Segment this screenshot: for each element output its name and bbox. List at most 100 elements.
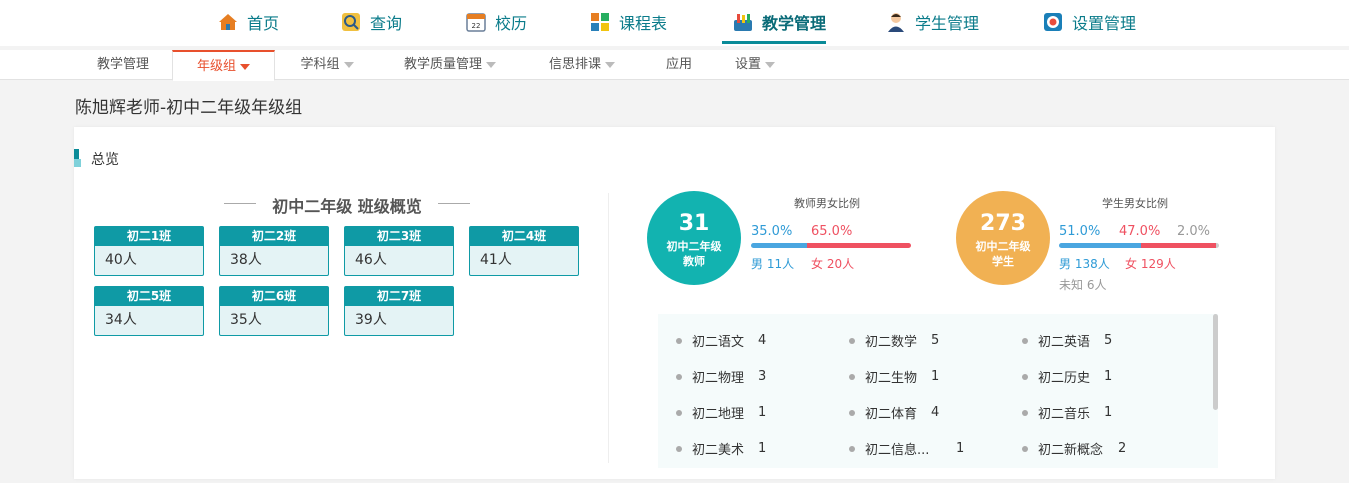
class-card[interactable]: 初二1班 40人	[94, 226, 204, 276]
nav-students-label: 学生管理	[915, 14, 980, 33]
chevron-down-icon	[343, 61, 354, 68]
list-item[interactable]: 初二信息... 1	[849, 439, 964, 458]
sub-nav: 教学管理 年级组 学科组 教学质量管理 信思排课 应用 设置	[0, 50, 1349, 81]
subnav-teaching-label: 教学管理	[96, 57, 149, 72]
student-unknown-pct: 2.0%	[1177, 224, 1211, 239]
list-item[interactable]: 初二美术 1	[676, 439, 766, 458]
list-item[interactable]: 初二语文 4	[676, 331, 766, 350]
student-total-circle: 273 初中二年级 学生	[956, 191, 1050, 285]
nav-search-label: 查询	[370, 14, 403, 33]
teacher-ratio-title: 教师男女比例	[794, 197, 860, 210]
nav-teaching[interactable]: 教学管理	[732, 0, 826, 44]
teacher-label-line1: 初中二年级	[666, 240, 722, 253]
divider	[608, 193, 609, 463]
subnav-settings[interactable]: 设置	[725, 50, 785, 80]
teacher-male-count: 男 11人	[751, 257, 795, 271]
student-unknown-segment	[1215, 243, 1219, 248]
student-label-line2: 学生	[992, 255, 1014, 268]
nav-active-indicator	[722, 41, 826, 44]
subnav-quality[interactable]: 教学质量管理	[391, 50, 509, 80]
subnav-grade-group[interactable]: 年级组	[172, 50, 275, 81]
calendar-icon: 22	[465, 11, 487, 33]
student-female-segment	[1140, 243, 1216, 248]
overview-heading: 总览	[74, 149, 119, 169]
nav-search[interactable]: 查询	[340, 0, 402, 44]
student-label-line1: 初中二年级	[975, 240, 1031, 253]
teaching-icon	[732, 11, 754, 33]
list-item[interactable]: 初二数学 5	[849, 331, 939, 350]
list-item[interactable]: 初二新概念 2	[1022, 439, 1126, 458]
subject-name: 初二数学	[865, 335, 918, 350]
class-count: 39人	[355, 312, 387, 328]
nav-timetable[interactable]: 课程表	[589, 0, 667, 44]
class-overview-title: 初中二年级 班级概览	[224, 193, 470, 217]
subject-count: 2	[1118, 441, 1127, 456]
subnav-apps-label: 应用	[665, 57, 692, 72]
bullet-icon	[676, 337, 682, 344]
settings-icon	[1042, 11, 1064, 33]
list-item[interactable]: 初二历史 1	[1022, 367, 1112, 386]
class-card[interactable]: 初二2班 38人	[219, 226, 329, 276]
list-item[interactable]: 初二物理 3	[676, 367, 766, 386]
class-count: 38人	[230, 252, 262, 268]
svg-text:22: 22	[472, 22, 481, 30]
nav-calendar[interactable]: 22 校历	[465, 0, 527, 44]
student-total: 273	[980, 211, 1026, 236]
subject-count: 5	[1104, 333, 1113, 348]
chevron-down-icon	[240, 63, 250, 70]
subnav-subject-group[interactable]: 学科组	[287, 50, 367, 80]
nav-timetable-label: 课程表	[619, 14, 668, 33]
chevron-down-icon	[486, 61, 496, 68]
nav-calendar-label: 校历	[495, 14, 528, 33]
teacher-total: 31	[678, 211, 710, 236]
nav-students[interactable]: 学生管理	[885, 0, 979, 44]
list-item[interactable]: 初二英语 5	[1022, 331, 1112, 350]
class-count: 41人	[480, 252, 512, 268]
class-name: 初二2班	[220, 227, 328, 246]
subnav-quality-label: 教学质量管理	[403, 57, 482, 72]
page-title: 陈旭辉老师-初中二年级年级组	[75, 98, 303, 118]
subject-count: 1	[758, 405, 767, 420]
class-name: 初二7班	[345, 287, 453, 306]
subnav-teaching[interactable]: 教学管理	[84, 50, 162, 80]
subnav-scheduling[interactable]: 信思排课	[537, 50, 627, 80]
subject-count: 5	[931, 333, 940, 348]
class-card[interactable]: 初二4班 41人	[469, 226, 579, 276]
bullet-icon	[1022, 337, 1028, 344]
student-male-segment	[1059, 243, 1141, 248]
nav-settings[interactable]: 设置管理	[1042, 0, 1136, 44]
subject-count: 1	[1104, 369, 1113, 384]
subject-list: 初二语文 4 初二数学 5 初二英语 5 初二物理 3 初二生物 1 初二历史 1 初二地理…	[658, 314, 1218, 468]
section-marker-icon	[74, 149, 81, 169]
class-card[interactable]: 初二3班 46人	[344, 226, 454, 276]
subject-name: 初二体育	[865, 407, 918, 422]
subject-name: 初二语文	[692, 335, 745, 350]
class-count: 34人	[105, 312, 137, 328]
nav-settings-label: 设置管理	[1072, 14, 1137, 33]
class-card[interactable]: 初二5班 34人	[94, 286, 204, 336]
list-item[interactable]: 初二地理 1	[676, 403, 766, 422]
class-name: 初二1班	[95, 227, 203, 246]
bullet-icon	[849, 373, 855, 380]
class-card[interactable]: 初二6班 35人	[219, 286, 329, 336]
chevron-down-icon	[765, 61, 775, 68]
subnav-apps[interactable]: 应用	[655, 50, 703, 80]
subnav-scheduling-label: 信思排课	[548, 57, 601, 72]
class-card[interactable]: 初二7班 39人	[344, 286, 454, 336]
subject-name: 初二音乐	[1038, 407, 1091, 422]
list-item[interactable]: 初二音乐 1	[1022, 403, 1112, 422]
chevron-down-icon	[605, 61, 615, 68]
scrollbar[interactable]	[1213, 314, 1218, 410]
bullet-icon	[849, 445, 855, 452]
subject-count: 1	[1104, 405, 1113, 420]
nav-home[interactable]: 首页	[217, 0, 279, 44]
bullet-icon	[849, 337, 855, 344]
list-item[interactable]: 初二生物 1	[849, 367, 939, 386]
teacher-total-circle: 31 初中二年级 教师	[647, 191, 741, 285]
class-count: 35人	[230, 312, 262, 328]
class-count: 40人	[105, 252, 137, 268]
list-item[interactable]: 初二体育 4	[849, 403, 939, 422]
bullet-icon	[1022, 373, 1028, 380]
subject-name: 初二物理	[692, 371, 745, 386]
class-name: 初二5班	[95, 287, 203, 306]
